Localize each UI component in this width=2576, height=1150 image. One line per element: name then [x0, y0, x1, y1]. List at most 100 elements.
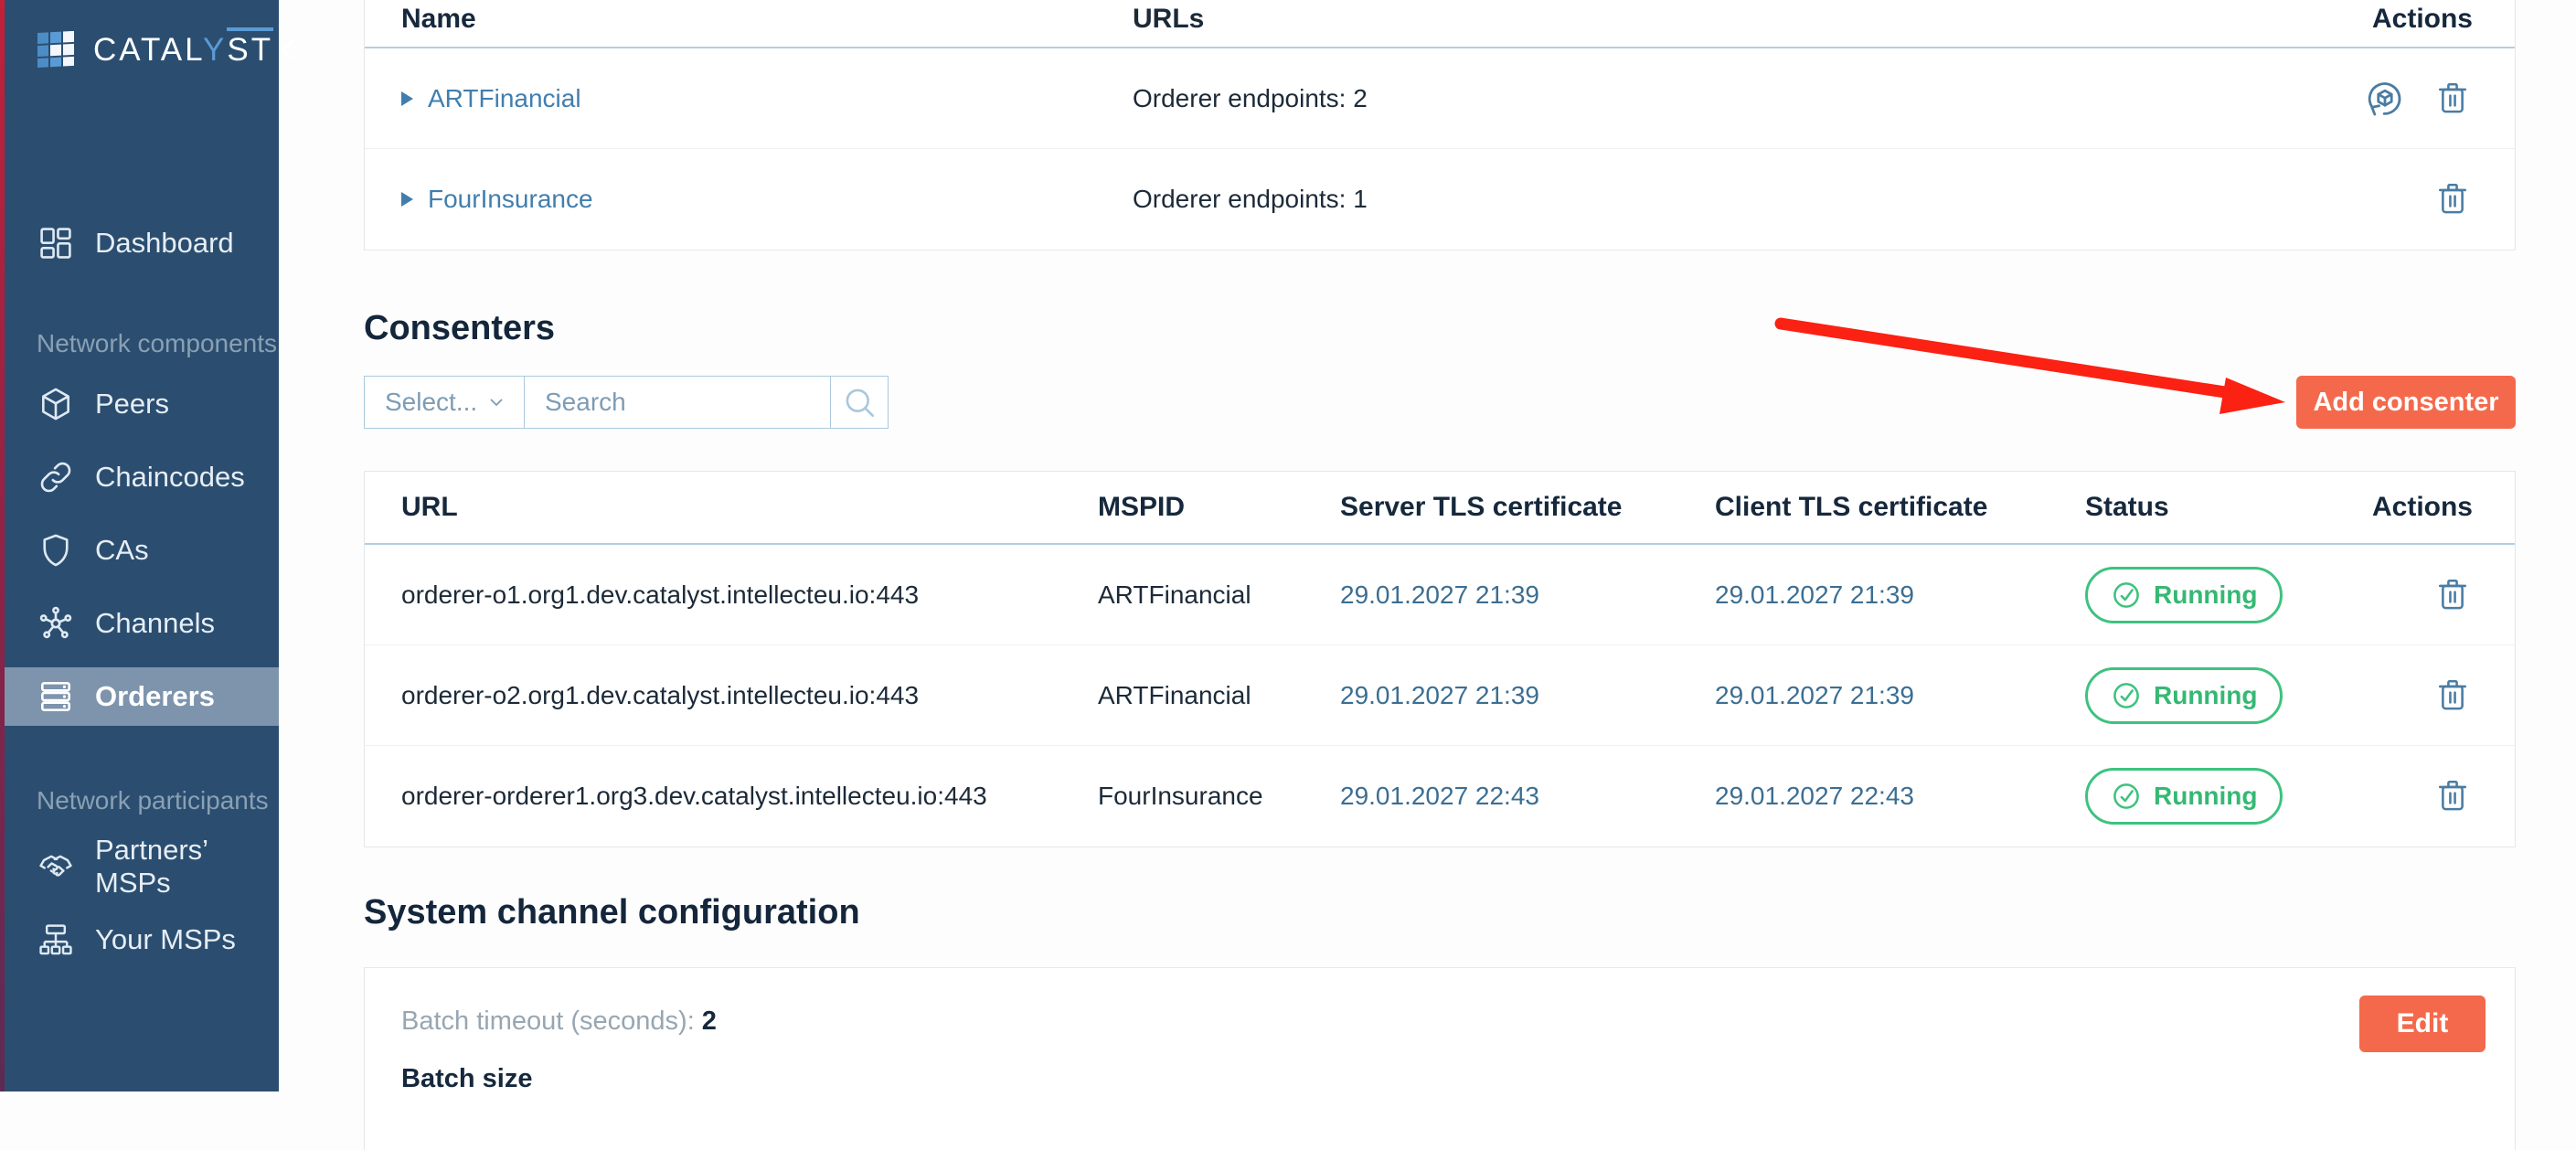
- sidebar-item-label: Partners’ MSPs: [95, 834, 208, 899]
- orgs-header-urls: URLs: [1133, 4, 1205, 34]
- header-actions: Actions: [2371, 492, 2473, 522]
- chevron-down-icon: [490, 399, 503, 406]
- add-consenter-button[interactable]: Add consenter: [2296, 376, 2516, 429]
- server-cert-link[interactable]: 29.01.2027 21:39: [1340, 681, 1539, 709]
- org-urls-value: Orderer endpoints: 1: [1133, 185, 1368, 213]
- sidebar-item-orderers[interactable]: Orderers: [0, 667, 279, 726]
- delete-trash-icon[interactable]: [2432, 776, 2473, 816]
- delete-trash-icon[interactable]: [2432, 575, 2473, 615]
- org-urls-value: Orderer endpoints: 2: [1133, 83, 1368, 112]
- filter-select-value: Select...: [385, 388, 478, 416]
- table-row: orderer-o1.org1.dev.catalyst.intellecteu…: [365, 545, 2515, 645]
- batch-timeout-label: Batch timeout (seconds):: [401, 1006, 695, 1036]
- consenter-url: orderer-orderer1.org3.dev.catalyst.intel…: [401, 782, 987, 810]
- status-badge: Running: [2085, 566, 2283, 623]
- header-status: Status: [2085, 492, 2169, 522]
- orgs-table-header: Name URLs Actions: [365, 0, 2515, 48]
- client-cert-link[interactable]: 29.01.2027 22:43: [1715, 782, 1914, 810]
- consenters-filter-group: Select...: [364, 376, 889, 429]
- client-cert-link[interactable]: 29.01.2027 21:39: [1715, 580, 1914, 609]
- orgs-header-name: Name: [401, 4, 476, 34]
- sidebar-item-cas[interactable]: CAs: [0, 521, 279, 580]
- search-input[interactable]: [525, 377, 831, 428]
- dashboard-icon: [40, 228, 71, 259]
- client-cert-link[interactable]: 29.01.2027 21:39: [1715, 681, 1914, 709]
- table-row: ARTFinancial Orderer endpoints: 2: [365, 48, 2515, 149]
- peers-cube-icon: [42, 388, 69, 421]
- sidebar-item-label: CAs: [95, 534, 149, 566]
- delete-trash-icon[interactable]: [2432, 179, 2473, 219]
- catalyst-cube-icon: [37, 31, 74, 68]
- check-circle-icon: [2113, 581, 2139, 608]
- redeploy-icon[interactable]: [2363, 77, 2407, 121]
- sidebar-item-label: Channels: [95, 607, 215, 639]
- expand-caret-icon[interactable]: [401, 192, 413, 207]
- cas-shield-icon: [43, 534, 69, 567]
- status-badge: Running: [2085, 768, 2283, 825]
- orgs-header-actions: Actions: [2371, 4, 2473, 34]
- sidebar-item-label: Your MSPs: [95, 923, 236, 955]
- consenters-toolbar: Select... Add consenter: [364, 376, 2516, 429]
- org-name-link[interactable]: ARTFinancial: [428, 84, 581, 113]
- sidebar-item-dashboard[interactable]: Dashboard: [0, 214, 279, 272]
- sidebar-item-channels[interactable]: Channels: [0, 594, 279, 653]
- batch-size-label: Batch size: [401, 1064, 533, 1093]
- sidebar-item-partners-msps[interactable]: Partners’ MSPs: [0, 834, 279, 899]
- channels-hub-icon: [39, 606, 72, 639]
- screen-edge-strip: [0, 0, 5, 1091]
- consenters-table: URL MSPID Server TLS certificate Client …: [364, 471, 2516, 847]
- consenter-mspid: ARTFinancial: [1098, 580, 1251, 609]
- server-cert-link[interactable]: 29.01.2027 22:43: [1340, 782, 1539, 810]
- sidebar-item-chaincodes[interactable]: Chaincodes: [0, 448, 279, 506]
- sidebar-item-label: Chaincodes: [95, 461, 245, 493]
- sidebar-collapse-chevron-icon[interactable]: [273, 35, 304, 66]
- search-icon: [846, 389, 875, 418]
- header-mspid: MSPID: [1098, 492, 1186, 522]
- edit-button[interactable]: Edit: [2359, 996, 2486, 1052]
- orderers-server-icon: [40, 681, 71, 712]
- batch-timeout-row: Batch timeout (seconds): 2: [401, 1006, 2515, 1037]
- server-cert-link[interactable]: 29.01.2027 21:39: [1340, 580, 1539, 609]
- org-name-link[interactable]: FourInsurance: [428, 185, 593, 214]
- batch-timeout-value: 2: [701, 1006, 717, 1036]
- sidebar-item-label: Peers: [95, 388, 169, 420]
- header-server-cert: Server TLS certificate: [1340, 492, 1623, 522]
- system-channel-config-card: Batch timeout (seconds): 2 Batch size Edi…: [364, 967, 2516, 1150]
- status-badge: Running: [2085, 666, 2283, 724]
- system-channel-title: System channel configuration: [364, 893, 860, 932]
- sidebar-section-network-components: Network components: [37, 329, 278, 357]
- consenter-mspid: FourInsurance: [1098, 782, 1263, 810]
- consenter-url: orderer-o2.org1.dev.catalyst.intellecteu…: [401, 680, 920, 709]
- sidebar-item-peers[interactable]: Peers: [0, 375, 279, 433]
- table-row: orderer-o2.org1.dev.catalyst.intellecteu…: [365, 645, 2515, 746]
- main-content: Name URLs Actions ARTFinancial Orderer e…: [279, 0, 2576, 1150]
- delete-trash-icon[interactable]: [2432, 79, 2473, 119]
- sidebar-item-label: Orderers: [95, 680, 215, 712]
- table-row: FourInsurance Orderer endpoints: 1: [365, 149, 2515, 250]
- filter-select-dropdown[interactable]: Select...: [365, 377, 525, 428]
- consenters-table-header: URL MSPID Server TLS certificate Client …: [365, 472, 2515, 545]
- consenter-url: orderer-o1.org1.dev.catalyst.intellecteu…: [401, 580, 920, 609]
- header-client-cert: Client TLS certificate: [1715, 492, 1988, 522]
- search-icon-button[interactable]: [831, 377, 888, 428]
- your-msps-orgchart-icon: [39, 924, 72, 955]
- catalyst-logo: CATALYST: [37, 27, 274, 69]
- chaincodes-link-icon: [40, 462, 71, 493]
- expand-caret-icon[interactable]: [401, 91, 413, 106]
- sidebar: CATALYST Dashboard Network components Pe…: [0, 0, 294, 1091]
- consenters-title: Consenters: [364, 309, 556, 347]
- sidebar-section-network-participants: Network participants: [37, 786, 269, 815]
- sidebar-nav: Dashboard Network components Peers Chain…: [0, 214, 279, 969]
- orderer-organizations-table: Name URLs Actions ARTFinancial Orderer e…: [364, 0, 2516, 250]
- logo-row: CATALYST: [0, 0, 294, 77]
- table-row: orderer-orderer1.org3.dev.catalyst.intel…: [365, 746, 2515, 847]
- logo-wordmark: CATALYST: [93, 27, 274, 69]
- check-circle-icon: [2113, 682, 2139, 708]
- sidebar-item-label: Dashboard: [95, 227, 234, 259]
- partners-handshake-icon: [39, 855, 72, 877]
- consenter-mspid: ARTFinancial: [1098, 680, 1251, 709]
- check-circle-icon: [2113, 783, 2139, 809]
- sidebar-item-your-msps[interactable]: Your MSPs: [0, 910, 279, 969]
- delete-trash-icon[interactable]: [2432, 676, 2473, 716]
- header-url: URL: [401, 492, 458, 522]
